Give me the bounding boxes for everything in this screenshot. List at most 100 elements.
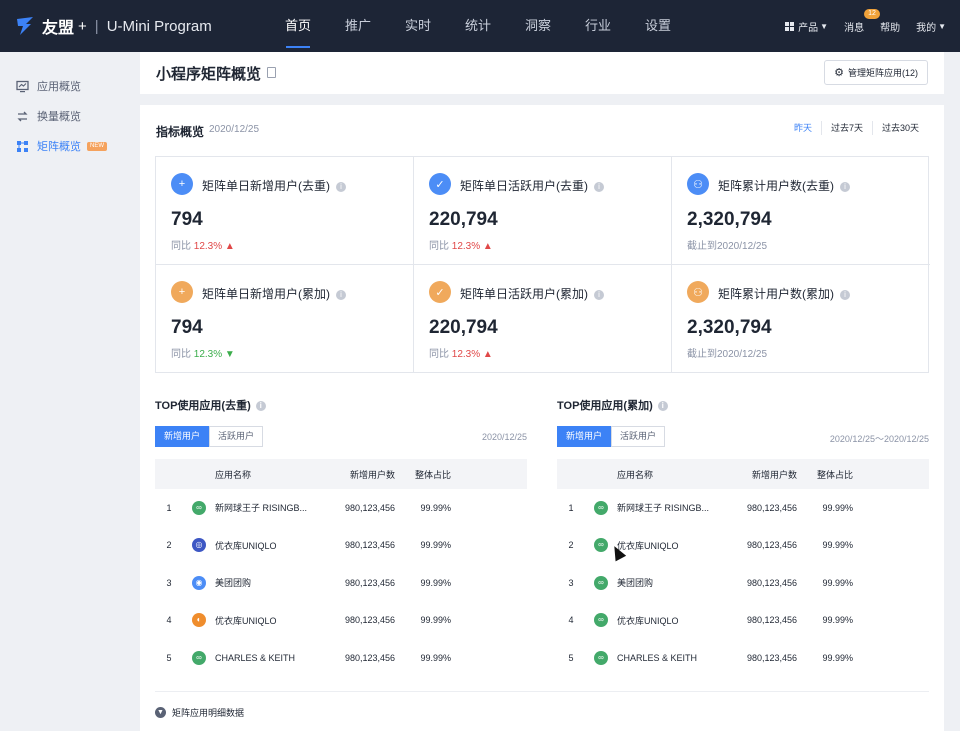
sidebar-item-matrix-overview[interactable]: 矩阵概览 NEW <box>16 138 107 154</box>
table-row[interactable]: 3 ∞ 美团团购 980,123,456 99.99% <box>557 564 929 602</box>
app-logo-icon: ◐ <box>192 613 206 628</box>
metric-label-text: 矩阵累计用户数(累加) <box>718 287 834 301</box>
metric-label: 矩阵单日新增用户(去重) i <box>202 177 346 194</box>
range-yesterday[interactable]: 昨天 <box>785 121 821 135</box>
table-row[interactable]: 2 ∞ 优衣库UNIQLO 980,123,456 99.99% <box>557 527 929 565</box>
top-apps-dedup: TOP使用应用(去重) i 新增用户 活跃用户 2020/12/25 应用名称 新增用户数 整… <box>155 397 527 681</box>
document-icon[interactable] <box>267 67 276 78</box>
column-new-users: 新增用户数 <box>751 469 797 480</box>
info-icon[interactable]: i <box>840 182 850 192</box>
arrow-up-icon: ▲ <box>224 241 235 252</box>
info-icon[interactable]: i <box>840 290 850 300</box>
metric-compare-label: 同比 <box>171 349 191 360</box>
top-apps-title-text: TOP使用应用(累加) <box>557 400 653 412</box>
users-icon: ⚇ <box>687 173 709 195</box>
top-apps-tabs: 新增用户 活跃用户 <box>557 426 665 447</box>
nav-promotion[interactable]: 推广 <box>328 0 388 52</box>
row-share: 99.99% <box>822 540 853 551</box>
tab-new-users[interactable]: 新增用户 <box>557 426 611 447</box>
table-row[interactable]: 3 ◉ 美团团购 980,123,456 99.99% <box>155 564 527 602</box>
table-row[interactable]: 1 ∞ 新网球王子 RISINGB... 980,123,456 99.99% <box>155 489 527 527</box>
range-7-days[interactable]: 过去7天 <box>820 121 872 135</box>
products-menu[interactable]: 产品 ▼ <box>785 19 828 34</box>
product-name: U-Mini Program <box>106 17 212 35</box>
nav-settings[interactable]: 设置 <box>628 0 688 52</box>
brand-logo[interactable]: 友盟 + | U-Mini Program <box>14 14 212 38</box>
table-row[interactable]: 4 ◐ 优衣库UNIQLO 980,123,456 99.99% <box>155 602 527 640</box>
user-menu[interactable]: 我的 ▼ <box>916 19 946 34</box>
top-apps-table: 应用名称 新增用户数 整体占比 1 ∞ 新网球王子 RISINGB... 980,123,4… <box>557 459 929 677</box>
table-row[interactable]: 2 ◎ 优衣库UNIQLO 980,123,456 99.99% <box>155 527 527 565</box>
table-row[interactable]: 5 ∞ CHARLES & KEITH 980,123,456 99.99% <box>557 639 929 677</box>
info-icon[interactable]: i <box>657 401 668 411</box>
metric-sub: 截止到2020/12/25 <box>687 345 767 360</box>
row-share: 99.99% <box>420 502 451 513</box>
user-menu-label: 我的 <box>916 22 937 34</box>
table-row[interactable]: 4 ∞ 优衣库UNIQLO 980,123,456 99.99% <box>557 602 929 640</box>
app-logo-icon: ∞ <box>594 500 608 515</box>
row-app-name: 新网球王子 RISINGB... <box>617 503 710 514</box>
tab-new-users[interactable]: 新增用户 <box>155 426 209 447</box>
sidebar-item-label: 换量概览 <box>37 111 81 123</box>
metric-card: ⚇ 矩阵累计用户数(累加) i 2,320,794 截止到2020/12/25 <box>672 265 930 373</box>
right-tools: 产品 ▼ 消息 12 帮助 我的 ▼ <box>769 0 946 52</box>
tab-active-users[interactable]: 活跃用户 <box>611 426 665 447</box>
sidebar-item-app-overview[interactable]: 应用概览 <box>16 78 81 94</box>
tab-active-users[interactable]: 活跃用户 <box>209 426 263 447</box>
row-new-users: 980,123,456 <box>344 577 395 588</box>
brand-separator: | <box>94 17 99 35</box>
row-rank: 5 <box>568 652 574 663</box>
row-app-name: 优衣库UNIQLO <box>215 540 277 551</box>
row-app-name: 新网球王子 RISINGB... <box>215 503 308 514</box>
metric-card: ✓ 矩阵单日活跃用户(累加) i 220,794 同比 12.3% ▲ <box>414 265 672 373</box>
metric-compare-label: 同比 <box>171 241 191 252</box>
help-link[interactable]: 帮助 <box>880 19 900 34</box>
manage-matrix-apps-button[interactable]: ⚙ 管理矩阵应用(12) <box>824 60 928 85</box>
metrics-grid: + 矩阵单日新增用户(去重) i 794 同比 12.3% ▲ ✓ 矩阵单日活跃用户(去重)… <box>155 156 930 373</box>
metric-value: 220,794 <box>429 209 498 230</box>
info-icon[interactable]: i <box>336 290 346 300</box>
metric-value: 794 <box>171 209 203 230</box>
info-icon[interactable]: i <box>594 290 604 300</box>
app-logo-icon: ∞ <box>594 575 608 590</box>
row-share: 99.99% <box>420 615 451 626</box>
sidebar: 应用概览 换量概览 矩阵概览 NEW <box>0 52 140 731</box>
row-share: 99.99% <box>420 577 451 588</box>
app-logo-icon: ◎ <box>192 538 206 553</box>
info-icon[interactable]: i <box>255 401 266 411</box>
messages-link[interactable]: 消息 12 <box>844 8 880 34</box>
info-icon[interactable]: i <box>336 182 346 192</box>
app-logo-icon: ∞ <box>594 650 608 665</box>
metric-value: 2,320,794 <box>687 317 772 338</box>
metric-sub: 同比 12.3% ▲ <box>429 345 493 360</box>
sidebar-item-exchange-overview[interactable]: 换量概览 <box>16 108 81 124</box>
metric-change: 12.3% <box>451 241 481 252</box>
row-rank: 1 <box>568 502 574 513</box>
nav-statistics[interactable]: 统计 <box>448 0 508 52</box>
matrix-detail-toggle[interactable]: ▼ 矩阵应用明细数据 <box>155 691 929 719</box>
nav-realtime[interactable]: 实时 <box>388 0 448 52</box>
metric-change: 12.3% <box>451 349 481 360</box>
metric-label-text: 矩阵单日活跃用户(去重) <box>460 179 588 193</box>
row-app-name: CHARLES & KEITH <box>215 652 296 663</box>
row-rank: 2 <box>568 540 574 551</box>
row-app-name: CHARLES & KEITH <box>617 652 698 663</box>
nav-industry[interactable]: 行业 <box>568 0 628 52</box>
arrow-down-icon: ▼ <box>224 349 235 360</box>
metric-sub: 同比 12.3% ▼ <box>171 345 235 360</box>
table-row[interactable]: 1 ∞ 新网球王子 RISINGB... 980,123,456 99.99% <box>557 489 929 527</box>
user-active-icon: ✓ <box>429 173 451 195</box>
caret-down-icon: ▼ <box>938 21 946 31</box>
nav-home[interactable]: 首页 <box>268 0 328 52</box>
products-label: 产品 <box>798 22 819 34</box>
range-30-days[interactable]: 过去30天 <box>871 121 928 135</box>
date-range-selector: 昨天 过去7天 过去30天 <box>785 121 928 135</box>
row-app-name: 优衣库UNIQLO <box>617 540 679 551</box>
row-app-name: 优衣库UNIQLO <box>215 615 277 626</box>
row-rank: 2 <box>166 540 172 551</box>
table-row[interactable]: 5 ∞ CHARLES & KEITH 980,123,456 99.99% <box>155 639 527 677</box>
column-app-name: 应用名称 <box>215 469 252 480</box>
row-share: 99.99% <box>420 540 451 551</box>
nav-insight[interactable]: 洞察 <box>508 0 568 52</box>
info-icon[interactable]: i <box>594 182 604 192</box>
